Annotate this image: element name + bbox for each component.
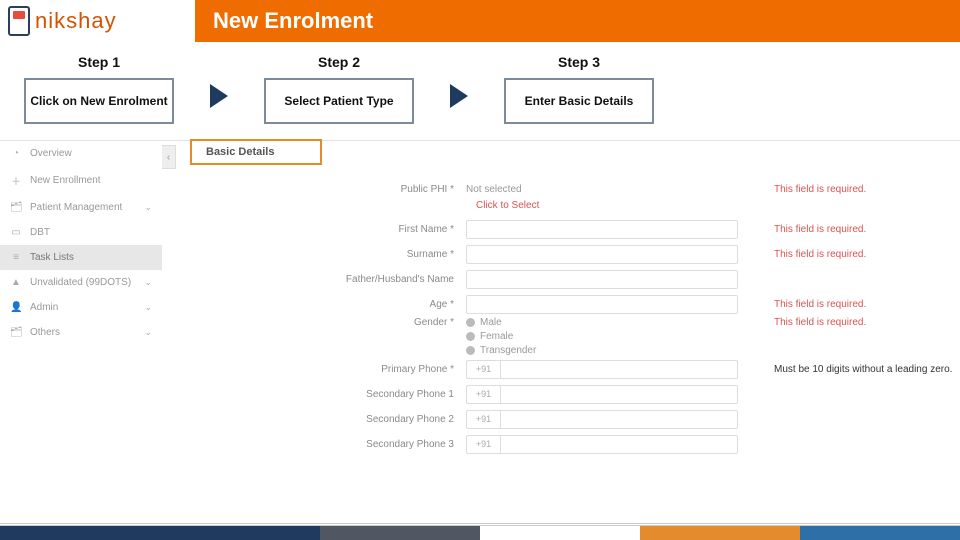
sidebar-icon: 🗂: [10, 202, 22, 213]
step-label: Step 1: [24, 54, 174, 70]
steps-row: Step 1 Click on New Enrolment Step 2 Select…: [0, 42, 960, 140]
sidebar-label: Others: [30, 327, 60, 338]
input-phone2[interactable]: [500, 385, 738, 404]
arrow-icon: [450, 84, 468, 108]
main-panel: Basic Details Public PHI * Not selected …: [176, 141, 960, 345]
row-phone-4: Secondary Phone 3 +91: [176, 432, 960, 456]
sidebar-label: Patient Management: [30, 202, 122, 213]
input-firstname[interactable]: [466, 220, 738, 239]
input-phone3[interactable]: [500, 410, 738, 429]
sidebar-icon: 🗂: [10, 327, 22, 338]
sidebar-label: Unvalidated (99DOTS): [30, 277, 131, 288]
label-phone3: Secondary Phone 2: [176, 414, 466, 425]
row-father: Father/Husband's Name: [176, 267, 960, 291]
label-father: Father/Husband's Name: [176, 274, 466, 285]
sidebar-icon: ＋: [10, 173, 22, 188]
logo-icon: [8, 6, 30, 36]
step-1: Step 1 Click on New Enrolment: [24, 54, 174, 124]
row-gender: Gender * Male Female Transgender This fi…: [176, 317, 960, 356]
chevron-down-icon: ⌄: [144, 277, 152, 288]
label-surname: Surname *: [176, 249, 466, 260]
radio-transgender[interactable]: Transgender: [466, 345, 746, 356]
sidebar-label: DBT: [30, 227, 50, 238]
step-box: Enter Basic Details: [504, 78, 654, 124]
label-phone2: Secondary Phone 1: [176, 389, 466, 400]
row-phone-3: Secondary Phone 2 +91: [176, 407, 960, 431]
row-phone-2: Secondary Phone 1 +91: [176, 382, 960, 406]
radio-female[interactable]: Female: [466, 331, 746, 342]
sidebar-item[interactable]: ≡ Task Lists: [0, 245, 162, 270]
sidebar-item[interactable]: ▲ Unvalidated (99DOTS) ⌄: [0, 270, 162, 295]
row-firstname: First Name * This field is required.: [176, 217, 960, 241]
app-row: ◔ Overview ＋ New Enrollment 🗂 Patient Managem…: [0, 140, 960, 345]
chevron-down-icon: ⌄: [144, 302, 152, 313]
sidebar-item[interactable]: 👤 Admin ⌄: [0, 295, 162, 320]
step-box: Click on New Enrolment: [24, 78, 174, 124]
step-3: Step 3 Enter Basic Details: [504, 54, 654, 124]
label-phone1: Primary Phone *: [176, 364, 466, 375]
form: Public PHI * Not selected This field is …: [176, 177, 960, 457]
sidebar-label: Admin: [30, 302, 58, 313]
row-phone-primary: Primary Phone * +91 Must be 10 digits wi…: [176, 357, 960, 381]
label-gender: Gender *: [176, 317, 466, 328]
row-surname: Surname * This field is required.: [176, 242, 960, 266]
sidebar-label: Overview: [30, 148, 72, 159]
input-phone1[interactable]: [500, 360, 738, 379]
sidebar-label: Task Lists: [30, 252, 74, 263]
sidebar-item[interactable]: 🗂 Patient Management ⌄: [0, 195, 162, 220]
sidebar-item[interactable]: ＋ New Enrollment: [0, 166, 162, 195]
step-label: Step 3: [504, 54, 654, 70]
label-age: Age *: [176, 299, 466, 310]
sidebar-item[interactable]: ◔ Overview: [0, 141, 162, 166]
error-surname: This field is required.: [746, 249, 960, 260]
arrow-icon: [210, 84, 228, 108]
input-age[interactable]: [466, 295, 738, 314]
country-code: +91: [466, 360, 500, 379]
logo: nikshay: [0, 0, 195, 42]
radio-male[interactable]: Male: [466, 317, 746, 328]
error-phi: This field is required.: [746, 184, 960, 195]
input-phone4[interactable]: [500, 435, 738, 454]
row-phi: Public PHI * Not selected This field is …: [176, 177, 960, 201]
logo-text: nikshay: [35, 8, 117, 34]
step-2: Step 2 Select Patient Type: [264, 54, 414, 124]
sidebar-icon: ▲: [10, 277, 22, 288]
step-box: Select Patient Type: [264, 78, 414, 124]
sidebar-item[interactable]: 🗂 Others ⌄: [0, 320, 162, 345]
value-phi[interactable]: Not selected: [466, 184, 746, 195]
sidebar: ◔ Overview ＋ New Enrollment 🗂 Patient Managem…: [0, 141, 162, 345]
error-firstname: This field is required.: [746, 224, 960, 235]
sidebar-icon: ◔: [10, 148, 22, 159]
row-age: Age * This field is required.: [176, 292, 960, 316]
tab-basic-details[interactable]: Basic Details: [190, 139, 322, 165]
input-surname[interactable]: [466, 245, 738, 264]
chevron-down-icon: ⌄: [144, 327, 152, 338]
sidebar-icon: ≡: [10, 252, 22, 263]
label-phone4: Secondary Phone 3: [176, 439, 466, 450]
sidebar-item[interactable]: ▭ DBT: [0, 220, 162, 245]
error-phone1: Must be 10 digits without a leading zero…: [746, 364, 960, 375]
error-age: This field is required.: [746, 299, 960, 310]
sidebar-icon: 👤: [10, 302, 22, 313]
label-firstname: First Name *: [176, 224, 466, 235]
sidebar-collapse[interactable]: ‹: [162, 145, 176, 169]
sidebar-label: New Enrollment: [30, 175, 101, 186]
click-to-select[interactable]: Click to Select: [176, 200, 960, 211]
label-phi: Public PHI *: [176, 184, 466, 195]
footer-stripe: [0, 526, 960, 540]
header: nikshay New Enrolment: [0, 0, 960, 42]
sidebar-icon: ▭: [10, 227, 22, 238]
step-label: Step 2: [264, 54, 414, 70]
chevron-down-icon: ⌄: [144, 202, 152, 213]
error-gender: This field is required.: [746, 317, 960, 328]
page-title: New Enrolment: [195, 8, 373, 34]
input-father[interactable]: [466, 270, 738, 289]
